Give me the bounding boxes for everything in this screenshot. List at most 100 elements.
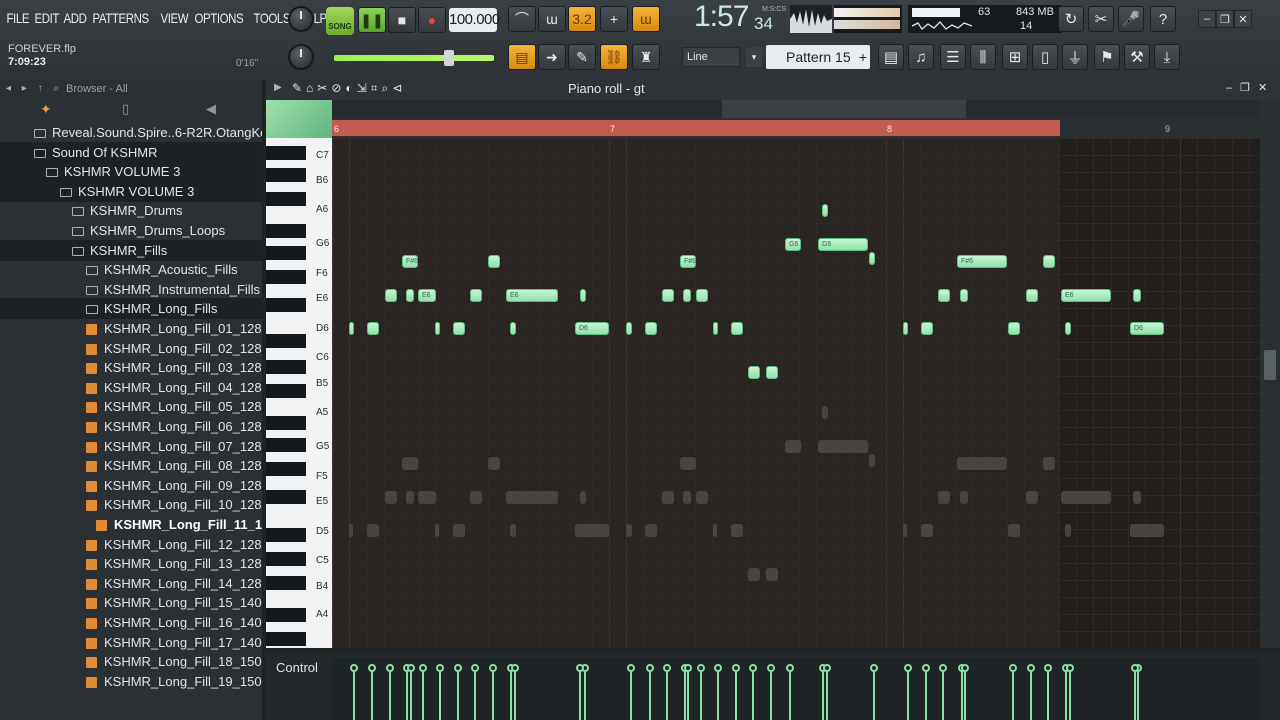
midi-note[interactable] [960, 289, 968, 302]
midi-note[interactable] [696, 289, 708, 302]
browser-file[interactable]: KSHMR_Long_Fill_09_128 [0, 475, 262, 496]
browser-file[interactable]: KSHMR_Long_Fill_15_140 [0, 592, 262, 613]
velocity-stem[interactable] [386, 664, 394, 720]
midi-note[interactable] [938, 289, 950, 302]
song-mode-button[interactable]: SONG [326, 7, 354, 35]
velocity-stem[interactable] [489, 664, 497, 720]
browser-file[interactable]: KSHMR_Long_Fill_18_150 [0, 651, 262, 672]
black-key[interactable] [266, 384, 306, 398]
midi-note[interactable] [349, 322, 354, 335]
velocity-stem[interactable] [714, 664, 722, 720]
brush-icon[interactable]: ✎ [568, 44, 596, 70]
stop-icon[interactable]: ■ [388, 7, 416, 33]
playlist-window-icon[interactable]: ▤ [878, 44, 904, 70]
browser-file[interactable]: KSHMR_Long_Fill_02_128 [0, 338, 262, 359]
velocity-stem[interactable] [581, 664, 589, 720]
browser-folder[interactable]: KSHMR_Drums_Loops [0, 220, 262, 241]
black-key[interactable] [266, 552, 306, 566]
velocity-stem[interactable] [697, 664, 705, 720]
menu-options[interactable]: OPTIONS [192, 6, 246, 30]
browser-folder[interactable]: KSHMR VOLUME 3 [0, 180, 262, 202]
velocity-stem[interactable] [823, 664, 831, 720]
midi-note[interactable] [510, 322, 516, 335]
velocity-stem[interactable] [627, 664, 635, 720]
midi-note[interactable] [580, 289, 586, 302]
black-key[interactable] [266, 334, 306, 348]
velocity-stem[interactable] [786, 664, 794, 720]
midi-note[interactable] [869, 252, 875, 265]
menu-patterns[interactable]: PATTERNS [90, 6, 151, 30]
velocity-stem[interactable] [1066, 664, 1074, 720]
velocity-stem[interactable] [939, 664, 947, 720]
menu-edit[interactable]: EDIT [32, 6, 61, 30]
help-icon[interactable]: ? [1150, 6, 1176, 32]
arrow-right-icon[interactable]: ➜ [538, 44, 566, 70]
browser-file[interactable]: KSHMR_Long_Fill_12_128 [0, 534, 262, 555]
velocity-stem[interactable] [511, 664, 519, 720]
file-icon[interactable]: ▯ [122, 101, 129, 117]
velocity-stem[interactable] [454, 664, 462, 720]
black-key[interactable] [266, 298, 306, 312]
midi-note[interactable] [748, 366, 760, 379]
velocity-stem[interactable] [436, 664, 444, 720]
control-target-label[interactable]: Control [276, 660, 318, 675]
browser-file[interactable]: KSHMR_Long_Fill_06_128 [0, 416, 262, 437]
cut-icon[interactable]: ✂ [1088, 6, 1114, 32]
loop-record-icon[interactable]: ɯ [632, 6, 660, 32]
velocity-stem[interactable] [961, 664, 969, 720]
pattern-selector[interactable]: Pattern 15 [766, 45, 870, 69]
mixer-icon[interactable]: ⫼ [970, 44, 996, 70]
snap-select[interactable]: Line [682, 47, 740, 67]
piano-roll-icon[interactable]: ♫ [908, 44, 934, 70]
browser-file[interactable]: KSHMR_Long_Fill_08_128 [0, 455, 262, 476]
download-icon[interactable]: ⤓ [1154, 44, 1180, 70]
black-key[interactable] [266, 528, 306, 542]
browser-file[interactable]: KSHMR_Long_Fill_11_128 [0, 514, 262, 535]
microphone-icon[interactable]: 🎤 [1118, 6, 1144, 32]
browser-window-icon[interactable]: ⊞ [1002, 44, 1028, 70]
velocity-stem[interactable] [684, 664, 692, 720]
velocity-stem[interactable] [870, 664, 878, 720]
midi-note[interactable]: F#6 [957, 255, 1007, 268]
menu-add[interactable]: ADD [61, 6, 89, 30]
browser-file[interactable]: KSHMR_Long_Fill_05_128 [0, 396, 262, 417]
wait-input-icon[interactable]: ɯ [538, 6, 566, 32]
midi-note[interactable]: G6 [785, 238, 801, 251]
velocity-stem[interactable] [350, 664, 358, 720]
piano-roll-tools[interactable]: ✎⌂✂⊘◐⇲⌗⌕⊲ [292, 81, 406, 96]
midi-note[interactable] [470, 289, 482, 302]
menu-view[interactable]: VIEW [158, 6, 191, 30]
browser-file[interactable]: KSHMR_Long_Fill_03_128 [0, 357, 262, 378]
black-key[interactable] [266, 224, 306, 238]
velocity-stem[interactable] [1131, 664, 1139, 720]
render-icon[interactable]: ⚒ [1124, 44, 1150, 70]
midi-note[interactable] [1133, 289, 1141, 302]
browser-folder[interactable]: KSHMR VOLUME 3 [0, 161, 262, 183]
black-key[interactable] [266, 416, 306, 430]
browser-folder[interactable]: KSHMR_Acoustic_Fills [0, 259, 262, 280]
browser-file[interactable]: KSHMR_Long_Fill_16_140 [0, 612, 262, 633]
velocity-stem[interactable] [922, 664, 930, 720]
pattern-overview-scroll[interactable] [332, 100, 1260, 118]
midi-note[interactable] [731, 322, 743, 335]
black-key[interactable] [266, 632, 306, 646]
black-key[interactable] [266, 168, 306, 182]
midi-note[interactable] [626, 322, 632, 335]
browser-folder[interactable]: Reveal.Sound.Spire..6-R2R.OtangKota16 [0, 122, 262, 143]
velocity-stem[interactable] [1134, 664, 1142, 720]
piano-roll-window-controls[interactable]: –❐✕ [1226, 81, 1275, 94]
plugin-icon[interactable]: ⏚ [1062, 44, 1088, 70]
midi-note[interactable] [1065, 322, 1071, 335]
velocity-stem[interactable] [368, 664, 376, 720]
countdown-icon[interactable]: 3.2 [568, 6, 596, 32]
midi-note[interactable] [406, 289, 414, 302]
velocity-lane[interactable] [332, 658, 1260, 720]
velocity-stem[interactable] [663, 664, 671, 720]
browser-nav-icons[interactable]: ◂ ▸ ↑ ⌕ [6, 83, 63, 94]
midi-note[interactable] [385, 289, 397, 302]
metronome-icon[interactable]: ⌒ [508, 6, 536, 32]
browser-folder[interactable]: KSHMR_Drums [0, 200, 262, 221]
velocity-stem[interactable] [1009, 664, 1017, 720]
midi-note[interactable] [1026, 289, 1038, 302]
browser-file[interactable]: KSHMR_Long_Fill_13_128 [0, 553, 262, 574]
